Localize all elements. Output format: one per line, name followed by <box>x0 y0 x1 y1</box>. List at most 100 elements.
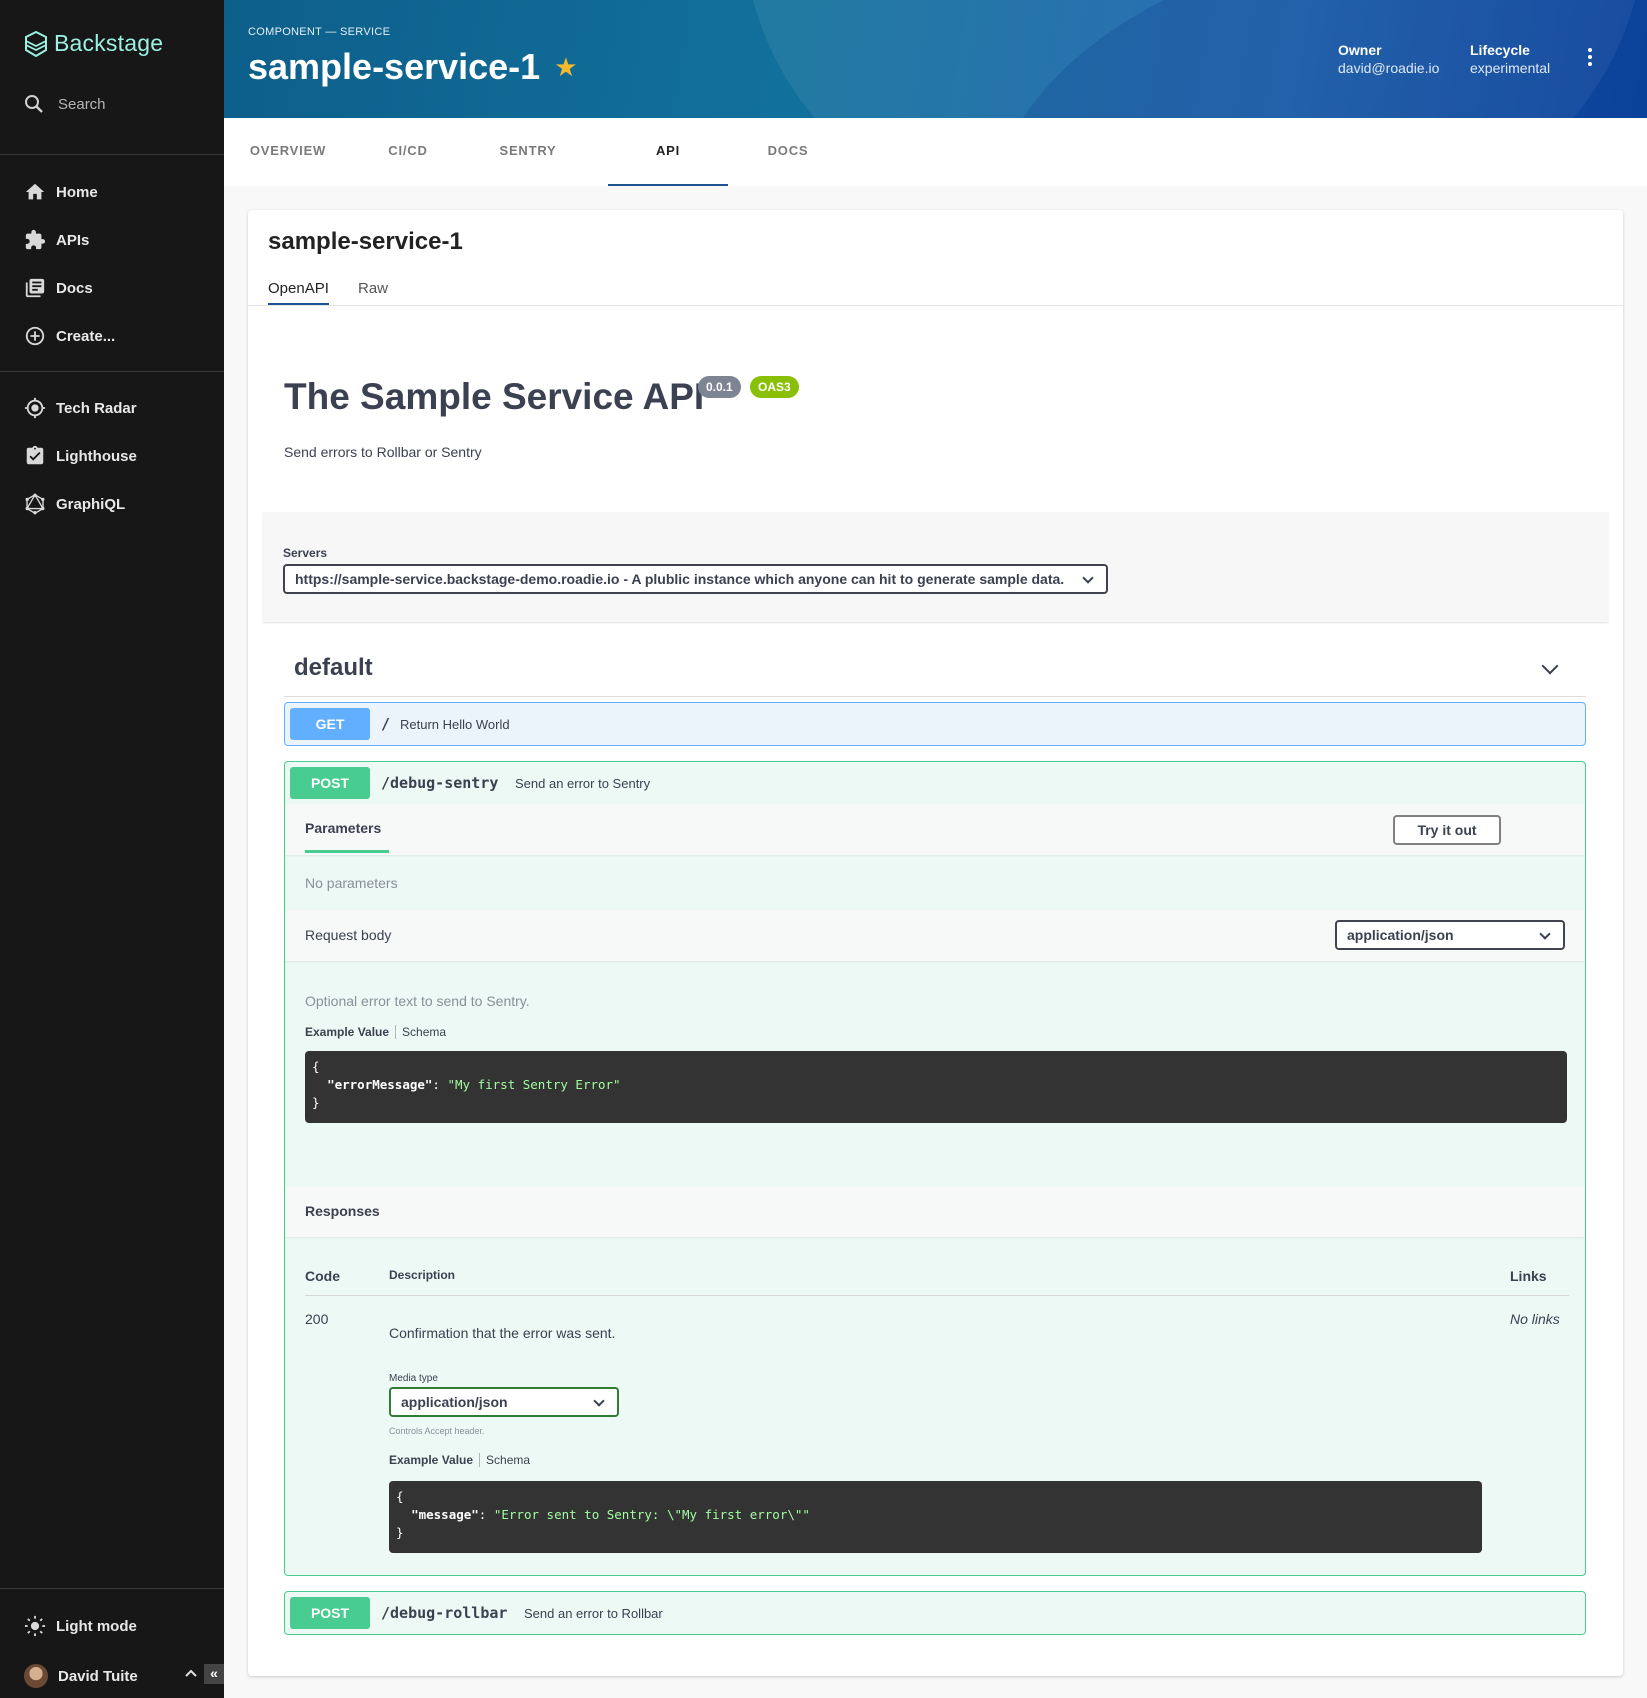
sidebar-item-tech-radar[interactable]: Tech Radar <box>24 397 137 419</box>
sidebar-item-graphiql[interactable]: GraphiQL <box>24 493 125 515</box>
api-description: Send errors to Rollbar or Sentry <box>284 444 482 460</box>
col-links: Links <box>1510 1268 1547 1284</box>
library-books-icon <box>25 278 45 298</box>
star-icon[interactable]: ★ <box>554 52 577 83</box>
request-body-description: Optional error text to send to Sentry. <box>305 993 530 1009</box>
page-title: sample-service-1 ★ <box>248 46 578 88</box>
tag-divider <box>284 696 1586 697</box>
chevron-down-icon <box>593 1395 605 1407</box>
sidebar-item-apis[interactable]: APIs <box>24 229 89 251</box>
example-value-tab[interactable]: Example Value <box>305 1025 397 1039</box>
page-title-text: sample-service-1 <box>248 46 541 87</box>
code-key: "errorMessage" <box>327 1077 433 1092</box>
parameters-tab[interactable]: Parameters <box>305 820 381 836</box>
chevron-up-icon[interactable] <box>184 1666 198 1680</box>
lifecycle-value: experimental <box>1470 60 1551 76</box>
sidebar-item-lighthouse[interactable]: Lighthouse <box>24 445 137 467</box>
sidebar-item-label: Tech Radar <box>56 399 137 417</box>
subtab-raw[interactable]: Raw <box>358 280 388 303</box>
tab-sentry[interactable]: SENTRY <box>468 118 588 186</box>
light-mode-toggle[interactable]: Light mode <box>24 1615 137 1637</box>
sidebar-divider <box>0 371 224 372</box>
tag-default[interactable]: default <box>294 654 373 682</box>
owner-value[interactable]: david@roadie.io <box>1338 60 1439 76</box>
operation-summary[interactable]: Send an error to Sentry <box>515 776 650 791</box>
schema-tab[interactable]: Schema <box>402 1025 446 1039</box>
request-example-code: { "errorMessage": "My first Sentry Error… <box>305 1051 1567 1123</box>
breadcrumb: COMPONENT — SERVICE <box>248 26 391 38</box>
sidebar-item-docs[interactable]: Docs <box>24 277 93 299</box>
operation-path[interactable]: /debug-sentry <box>381 774 498 792</box>
chevron-down-icon[interactable] <box>1541 657 1559 675</box>
code-brace: } <box>396 1525 404 1540</box>
response-code: 200 <box>305 1311 329 1327</box>
code-brace: { <box>396 1489 404 1504</box>
sidebar-item-label: Lighthouse <box>56 447 137 465</box>
backstage-logo[interactable]: Backstage <box>24 30 163 57</box>
card-title: sample-service-1 <box>268 228 463 255</box>
operation-get-root[interactable]: GET / Return Hello World <box>284 702 1586 746</box>
oas-badge: OAS3 <box>750 376 799 398</box>
code-brace: } <box>312 1095 320 1110</box>
owner-label: Owner <box>1338 42 1382 58</box>
sidebar-divider <box>0 154 224 155</box>
code-separator: : <box>478 1507 494 1522</box>
more-vert-icon[interactable] <box>1588 48 1592 66</box>
code-key: "message" <box>411 1507 479 1522</box>
method-badge-post[interactable]: POST <box>290 767 370 799</box>
no-parameters-text: No parameters <box>305 875 398 891</box>
graphql-icon <box>25 493 45 515</box>
add-circle-icon <box>25 326 45 346</box>
version-badge: 0.0.1 <box>698 376 741 398</box>
tab-docs[interactable]: DOCS <box>728 118 848 186</box>
servers-selected-value: https://sample-service.backstage-demo.ro… <box>295 571 1065 587</box>
backstage-logo-icon <box>25 30 47 57</box>
tab-api[interactable]: API <box>608 118 728 186</box>
request-content-type-select[interactable]: application/json <box>1335 920 1565 950</box>
card-divider <box>248 305 1623 306</box>
chevron-down-icon <box>1082 572 1094 584</box>
responses-label: Responses <box>305 1203 380 1219</box>
sidebar-collapse-button[interactable]: « <box>204 1664 224 1684</box>
radar-icon <box>24 397 46 419</box>
search-icon <box>25 95 43 113</box>
sun-icon <box>24 1615 46 1637</box>
responses-divider <box>305 1295 1569 1296</box>
user-name: David Tuite <box>58 1667 138 1685</box>
method-badge-get: GET <box>290 708 370 740</box>
operation-path: /debug-rollbar <box>381 1604 508 1622</box>
servers-section: Servers https://sample-service.backstage… <box>263 512 1608 622</box>
request-example-tabs: Example Value Schema <box>305 1025 446 1039</box>
method-badge-post: POST <box>290 1597 370 1629</box>
sidebar-search[interactable]: Search <box>24 94 106 114</box>
servers-select[interactable]: https://sample-service.backstage-demo.ro… <box>283 564 1108 594</box>
response-media-type-select[interactable]: application/json <box>389 1387 619 1417</box>
home-icon <box>25 183 45 200</box>
api-definition-card: sample-service-1 OpenAPI Raw The Sample … <box>248 210 1623 1676</box>
sidebar-divider <box>0 1588 224 1589</box>
chevron-down-icon <box>1539 928 1551 940</box>
example-value-tab[interactable]: Example Value <box>389 1453 481 1467</box>
servers-label: Servers <box>283 546 328 560</box>
schema-tab[interactable]: Schema <box>486 1453 530 1467</box>
response-example-code: { "message": "Error sent to Sentry: \"My… <box>389 1481 1482 1553</box>
tab-ci-cd[interactable]: CI/CD <box>348 118 468 186</box>
parameters-header: Parameters <box>285 804 1585 855</box>
logo-text: Backstage <box>54 30 164 56</box>
code-string: "Error sent to Sentry: \"My first error\… <box>493 1507 810 1522</box>
sidebar-item-label: GraphiQL <box>56 495 126 513</box>
try-it-out-button[interactable]: Try it out <box>1393 815 1501 845</box>
operation-post-debug-rollbar[interactable]: POST /debug-rollbar Send an error to Rol… <box>284 1591 1586 1635</box>
user-profile[interactable]: David Tuite <box>24 1664 138 1688</box>
subtab-openapi[interactable]: OpenAPI <box>268 280 329 305</box>
light-mode-label: Light mode <box>56 1617 137 1635</box>
entity-tabs: OVERVIEW CI/CD SENTRY API DOCS <box>224 118 1647 186</box>
sidebar-item-create[interactable]: Create... <box>24 325 115 347</box>
operation-summary: Return Hello World <box>400 717 510 732</box>
avatar <box>24 1664 48 1688</box>
tab-overview[interactable]: OVERVIEW <box>228 118 348 186</box>
sidebar-item-label: Create... <box>56 327 116 345</box>
sidebar-item-home[interactable]: Home <box>24 181 98 203</box>
api-title: The Sample Service API <box>284 376 705 417</box>
operation-summary: Send an error to Rollbar <box>524 1606 663 1621</box>
